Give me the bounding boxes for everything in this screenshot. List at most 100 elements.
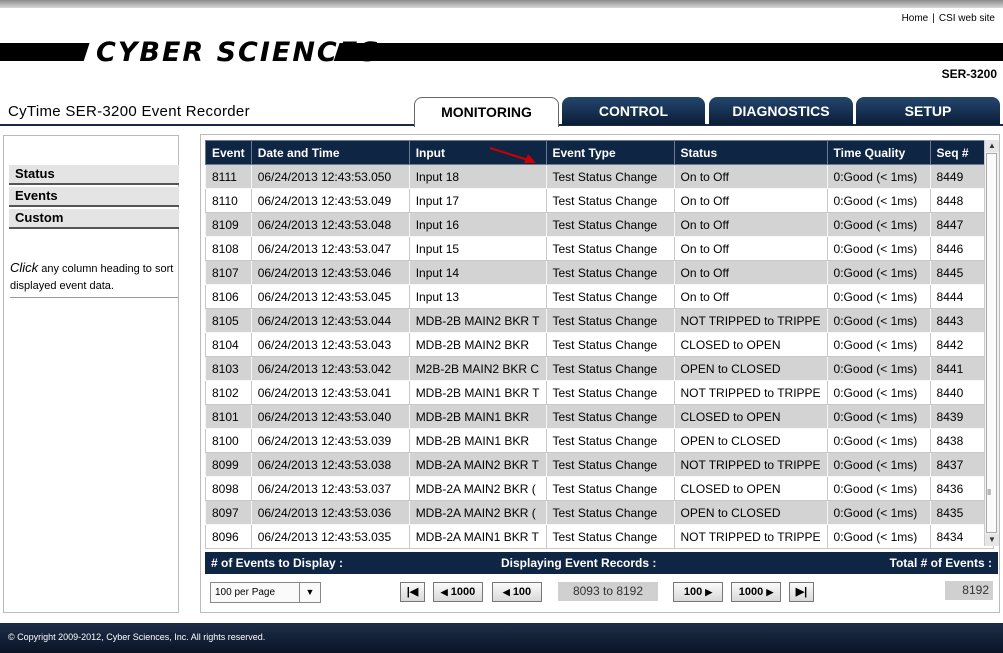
sidebar-item-status[interactable]: Status — [9, 165, 179, 185]
table-row[interactable]: 8101 06/24/2013 12:43:53.040 MDB-2B MAIN1 … — [205, 404, 994, 429]
cell-status: On to Off — [673, 212, 828, 237]
sort-hint: Click any column heading to sort display… — [10, 259, 178, 298]
cell-event: 8100 — [205, 428, 252, 453]
events-to-display-label: # of Events to Display : — [211, 556, 344, 570]
scrollbar-thumb[interactable] — [986, 153, 997, 533]
table-row[interactable]: 8107 06/24/2013 12:43:53.046 Input 14 Test … — [205, 260, 994, 285]
cell-date-time: 06/24/2013 12:43:53.043 — [250, 332, 410, 357]
cell-time-quality: 0:Good (< 1ms) — [826, 380, 931, 405]
cell-date-time: 06/24/2013 12:43:53.046 — [250, 260, 410, 285]
chevron-down-icon[interactable]: ▼ — [299, 583, 320, 602]
table-row[interactable]: 8099 06/24/2013 12:43:53.038 MDB-2A MAIN2 … — [205, 452, 994, 477]
cell-status: On to Off — [673, 236, 828, 261]
table-row[interactable]: 8103 06/24/2013 12:43:53.042 M2B-2B MAIN2 … — [205, 356, 994, 381]
tab-monitoring[interactable]: MONITORING — [414, 97, 559, 127]
cell-time-quality: 0:Good (< 1ms) — [826, 428, 931, 453]
cell-status: On to Off — [673, 164, 828, 189]
cell-event-type: Test Status Change — [545, 284, 675, 309]
cell-status: CLOSED to OPEN — [673, 332, 828, 357]
cell-time-quality: 0:Good (< 1ms) — [826, 404, 931, 429]
cell-input: MDB-2A MAIN2 BKR ( — [408, 476, 547, 501]
cell-input: MDB-2B MAIN1 BKR — [408, 428, 547, 453]
table-row[interactable]: 8100 06/24/2013 12:43:53.039 MDB-2B MAIN1 … — [205, 428, 994, 453]
page-title: CyTime SER-3200 Event Recorder — [8, 103, 250, 120]
table-scrollbar[interactable]: ▲ ≡ ≡ ▼ — [984, 140, 999, 546]
table-row[interactable]: 8097 06/24/2013 12:43:53.036 MDB-2A MAIN2 … — [205, 500, 994, 525]
cell-status: NOT TRIPPED to TRIPPE — [673, 452, 828, 477]
table-row[interactable]: 8096 06/24/2013 12:43:53.035 MDB-2A MAIN1 … — [205, 524, 994, 549]
top-bar — [0, 0, 1003, 8]
cell-event-type: Test Status Change — [545, 356, 675, 381]
cell-event-type: Test Status Change — [545, 476, 675, 501]
cell-input: MDB-2A MAIN1 BKR T — [408, 524, 547, 549]
column-header-time-quality[interactable]: Time Quality — [826, 140, 931, 165]
table-row[interactable]: 8108 06/24/2013 12:43:53.047 Input 15 Test … — [205, 236, 994, 261]
table-row[interactable]: 8109 06/24/2013 12:43:53.048 Input 16 Test … — [205, 212, 994, 237]
table-header-row: Event Date and Time Input Event Type Sta… — [205, 140, 994, 165]
tab-setup[interactable]: SETUP — [856, 97, 1000, 125]
table-row[interactable]: 8098 06/24/2013 12:43:53.037 MDB-2A MAIN2 … — [205, 476, 994, 501]
left-arrow-icon: ◀ — [440, 587, 448, 597]
cell-event: 8104 — [205, 332, 252, 357]
sidebar-item-events[interactable]: Events — [9, 187, 179, 207]
cell-input: Input 14 — [408, 260, 547, 285]
tab-diagnostics[interactable]: DIAGNOSTICS — [709, 97, 853, 125]
back-100-button[interactable]: ◀ 100 — [492, 582, 542, 602]
scroll-up-icon[interactable]: ▲ — [985, 140, 999, 152]
cell-date-time: 06/24/2013 12:43:53.044 — [250, 308, 410, 333]
back-1000-button[interactable]: ◀ 1000 — [433, 582, 483, 602]
forward-100-button[interactable]: 100 ▶ — [673, 582, 723, 602]
cell-status: On to Off — [673, 260, 828, 285]
cell-event-type: Test Status Change — [545, 164, 675, 189]
cell-date-time: 06/24/2013 12:43:53.041 — [250, 380, 410, 405]
cell-event-type: Test Status Change — [545, 428, 675, 453]
scroll-down-icon[interactable]: ▼ — [985, 534, 999, 546]
events-per-page-select[interactable]: 100 per Page ▼ — [210, 582, 321, 603]
table-row[interactable]: 8104 06/24/2013 12:43:53.043 MDB-2B MAIN2 … — [205, 332, 994, 357]
column-header-event[interactable]: Event — [205, 140, 252, 165]
first-page-button[interactable]: |◀ — [400, 582, 425, 602]
tab-control[interactable]: CONTROL — [562, 97, 705, 125]
column-header-event-type[interactable]: Event Type — [545, 140, 675, 165]
csi-website-link[interactable]: CSI web site — [939, 13, 995, 24]
cell-input: MDB-2A MAIN2 BKR T — [408, 452, 547, 477]
cell-time-quality: 0:Good (< 1ms) — [826, 476, 931, 501]
cell-event: 8105 — [205, 308, 252, 333]
table-row[interactable]: 8106 06/24/2013 12:43:53.045 Input 13 Test … — [205, 284, 994, 309]
left-arrow-icon: ◀ — [502, 587, 510, 597]
column-header-status[interactable]: Status — [673, 140, 828, 165]
cell-event-type: Test Status Change — [545, 404, 675, 429]
cell-date-time: 06/24/2013 12:43:53.039 — [250, 428, 410, 453]
cell-time-quality: 0:Good (< 1ms) — [826, 452, 931, 477]
table-row[interactable]: 8111 06/24/2013 12:43:53.050 Input 18 Test … — [205, 164, 994, 189]
cell-input: MDB-2A MAIN2 BKR ( — [408, 500, 547, 525]
cell-event: 8107 — [205, 260, 252, 285]
cell-time-quality: 0:Good (< 1ms) — [826, 356, 931, 381]
column-header-date-time[interactable]: Date and Time — [250, 140, 410, 165]
cell-status: OPEN to CLOSED — [673, 356, 828, 381]
total-events-value: 8192 — [945, 581, 993, 600]
table-row[interactable]: 8102 06/24/2013 12:43:53.041 MDB-2B MAIN1 … — [205, 380, 994, 405]
cell-date-time: 06/24/2013 12:43:53.037 — [250, 476, 410, 501]
cell-time-quality: 0:Good (< 1ms) — [826, 332, 931, 357]
model-label: SER-3200 — [941, 67, 997, 81]
events-table: Event Date and Time Input Event Type Sta… — [205, 140, 994, 549]
cell-event: 8099 — [205, 452, 252, 477]
forward-1000-button[interactable]: 1000 ▶ — [731, 582, 781, 602]
cell-time-quality: 0:Good (< 1ms) — [826, 212, 931, 237]
table-row[interactable]: 8110 06/24/2013 12:43:53.049 Input 17 Test … — [205, 188, 994, 213]
cell-time-quality: 0:Good (< 1ms) — [826, 260, 931, 285]
cell-event: 8109 — [205, 212, 252, 237]
cell-input: Input 13 — [408, 284, 547, 309]
cell-date-time: 06/24/2013 12:43:53.045 — [250, 284, 410, 309]
cell-date-time: 06/24/2013 12:43:53.042 — [250, 356, 410, 381]
cell-event: 8102 — [205, 380, 252, 405]
home-link[interactable]: Home — [902, 13, 929, 24]
cell-status: NOT TRIPPED to TRIPPE — [673, 380, 828, 405]
top-links: Home | CSI web site — [901, 13, 995, 24]
cell-status: OPEN to CLOSED — [673, 500, 828, 525]
table-row[interactable]: 8105 06/24/2013 12:43:53.044 MDB-2B MAIN2 … — [205, 308, 994, 333]
sidebar-item-custom[interactable]: Custom — [9, 209, 179, 229]
last-page-button[interactable]: ▶| — [789, 582, 814, 602]
cell-event-type: Test Status Change — [545, 500, 675, 525]
